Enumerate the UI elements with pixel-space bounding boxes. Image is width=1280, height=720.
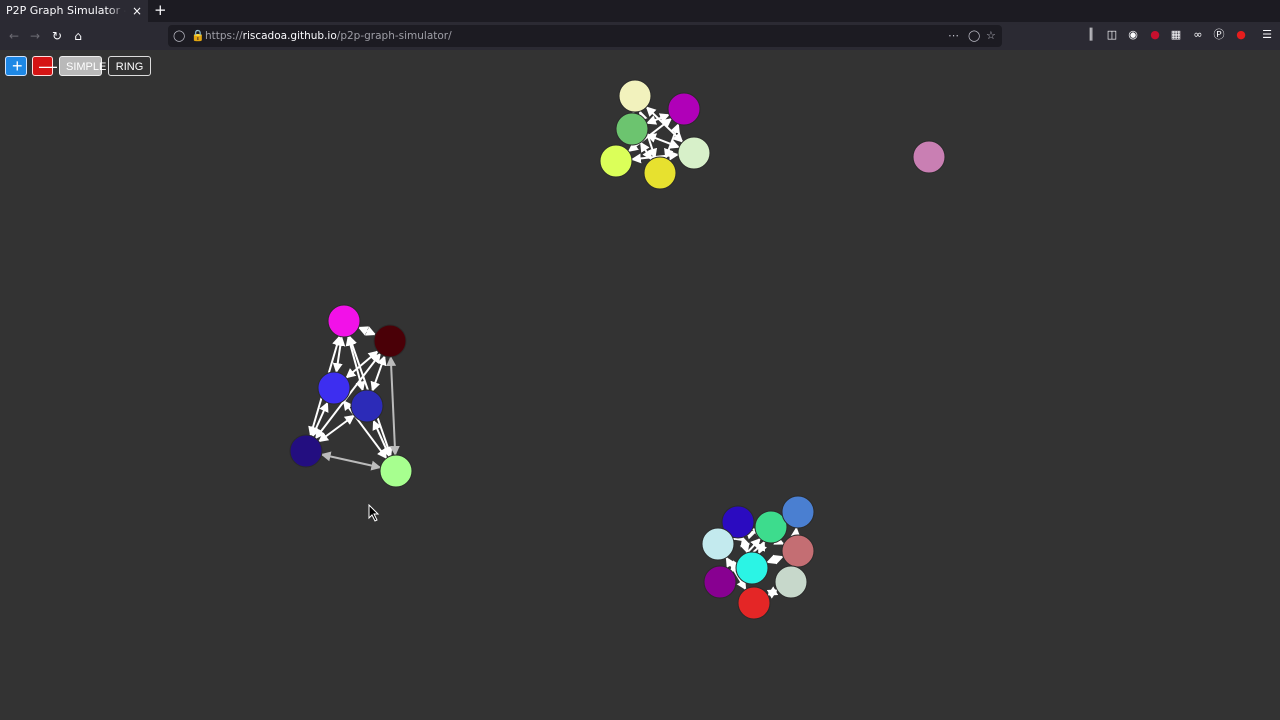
tab-bar: P2P Graph Simulator - by Riscadoa × + (0, 0, 1280, 22)
glasses-icon[interactable]: ∞ (1191, 28, 1205, 42)
record-icon[interactable]: ● (1234, 28, 1248, 42)
lock-icon[interactable]: 🔒 (191, 28, 205, 44)
simple-mode-button[interactable]: SIMPLE (59, 56, 106, 76)
graph-node[interactable] (379, 454, 413, 488)
graph-node[interactable] (327, 304, 361, 338)
ring-mode-button[interactable]: RING (108, 56, 151, 76)
graph-canvas[interactable] (0, 50, 1280, 720)
more-icon[interactable]: ⋯ (948, 28, 959, 44)
back-icon[interactable]: ← (6, 28, 22, 44)
home-icon[interactable]: ⌂ (70, 28, 86, 44)
graph-node[interactable] (350, 389, 384, 423)
library-icon[interactable]: ║ (1084, 28, 1098, 42)
graph-node[interactable] (618, 79, 652, 113)
graph-node[interactable] (289, 434, 323, 468)
extension-grid-icon[interactable]: ▦ (1169, 28, 1183, 42)
shield-icon[interactable]: ◯ (173, 28, 185, 44)
pocket-icon[interactable]: ◯ (968, 28, 980, 44)
graph-node[interactable] (735, 551, 769, 585)
reload-icon[interactable]: ↻ (49, 28, 65, 44)
url-host: riscadoa.github.io (242, 30, 337, 42)
add-node-button[interactable]: + (5, 56, 27, 76)
mouse-cursor-icon (368, 504, 380, 522)
menu-icon[interactable]: ☰ (1260, 28, 1274, 42)
graph-node[interactable] (317, 371, 351, 405)
sidebar-icon[interactable]: ◫ (1105, 28, 1119, 42)
graph-node[interactable] (774, 565, 808, 599)
url-scheme: https:// (205, 30, 243, 42)
url-bar[interactable]: ◯ 🔒 https://riscadoa.github.io/p2p-graph… (168, 25, 1002, 47)
tab-close-icon[interactable]: × (132, 0, 142, 22)
graph-node[interactable] (703, 565, 737, 599)
ublock-icon[interactable]: ● (1148, 28, 1162, 42)
nav-bar: ← → ↻ ⌂ ◯ 🔒 https://riscadoa.github.io/p… (0, 22, 1280, 50)
graph-node[interactable] (677, 136, 711, 170)
graph-node[interactable] (373, 324, 407, 358)
graph-node[interactable] (701, 527, 735, 561)
url-text[interactable]: https://riscadoa.github.io/p2p-graph-sim… (205, 25, 452, 47)
graph-node[interactable] (781, 495, 815, 529)
url-path: /p2p-graph-simulator/ (336, 30, 452, 42)
forward-icon[interactable]: → (27, 28, 43, 44)
graph-edge (739, 536, 751, 554)
tab-title: P2P Graph Simulator - by Riscadoa (6, 4, 126, 17)
pinterest-icon[interactable]: Ⓟ (1212, 28, 1226, 42)
graph-node[interactable] (737, 586, 771, 620)
graph-node[interactable] (781, 534, 815, 568)
browser-tab[interactable]: P2P Graph Simulator - by Riscadoa × (0, 0, 148, 22)
graph-node[interactable] (599, 144, 633, 178)
account-icon[interactable]: ◉ (1126, 28, 1140, 42)
remove-node-button[interactable]: — (32, 56, 57, 76)
graph-edge (766, 554, 784, 565)
browser-chrome: P2P Graph Simulator - by Riscadoa × + ← … (0, 0, 1280, 50)
graph-edge (345, 335, 366, 392)
graph-edge-pending (320, 451, 382, 471)
bookmark-star-icon[interactable]: ☆ (986, 28, 996, 44)
graph-node[interactable] (643, 156, 677, 190)
graph-edge (357, 326, 377, 336)
page-canvas[interactable]: + — SIMPLE RING (0, 50, 1280, 720)
graph-node[interactable] (912, 140, 946, 174)
graph-nodes (289, 79, 946, 620)
new-tab-icon[interactable]: + (154, 0, 167, 22)
graph-edge (664, 123, 680, 159)
graph-node[interactable] (667, 92, 701, 126)
graph-edge (766, 586, 779, 599)
graph-edge-pending (386, 355, 400, 457)
graph-node[interactable] (615, 112, 649, 146)
